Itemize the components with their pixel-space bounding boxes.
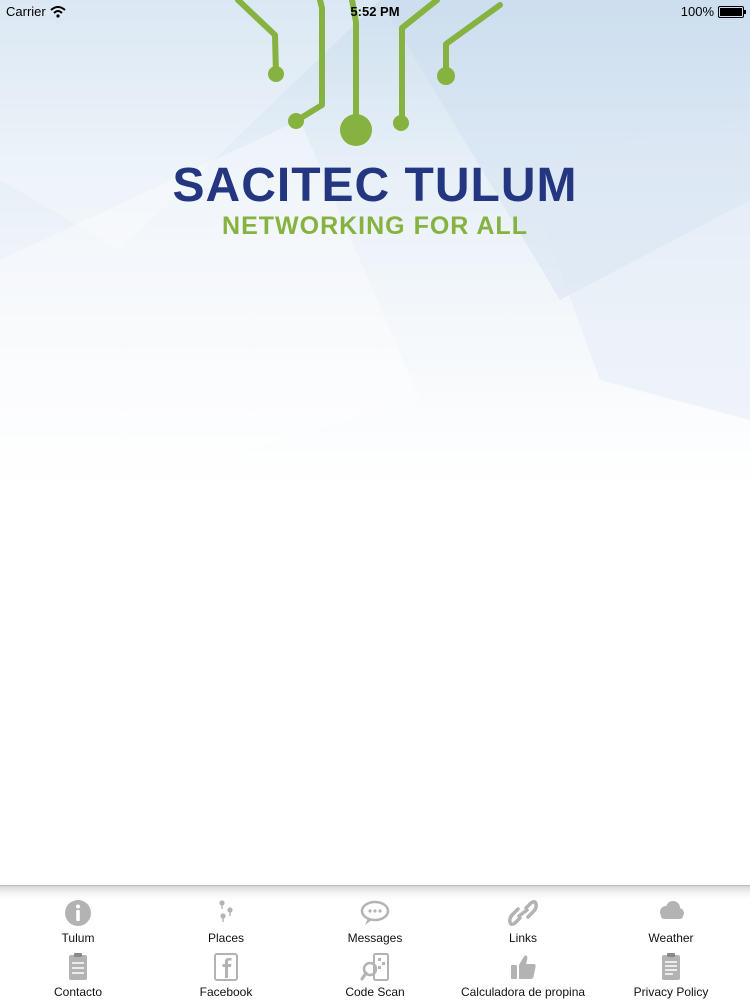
tab-places[interactable]: Places	[151, 892, 301, 945]
battery-icon	[718, 5, 746, 18]
clipboard-icon	[69, 953, 87, 980]
tab-privacy-policy[interactable]: Privacy Policy	[596, 946, 746, 999]
tab-label: Facebook	[199, 985, 253, 999]
qr-scan-icon	[360, 953, 389, 981]
tab-label: Calculadora de propina	[460, 985, 586, 999]
battery-indicator: 100%	[680, 4, 746, 19]
tab-weather[interactable]: Weather	[596, 892, 746, 945]
tab-label: Tulum	[61, 931, 95, 945]
tab-label: Links	[508, 931, 537, 945]
brand-tagline: NETWORKING FOR ALL	[222, 212, 528, 240]
tab-contacto[interactable]: Contacto	[3, 946, 153, 999]
battery-percent: 100%	[680, 4, 714, 19]
tab-calculadora-de-propina[interactable]: Calculadora de propina	[448, 946, 598, 999]
document-icon	[662, 953, 680, 980]
tab-links[interactable]: Links	[448, 892, 598, 945]
cloud-icon	[660, 901, 684, 919]
tab-bar: Tulum Places Messages Links Weather Cont…	[0, 885, 750, 1001]
map-pins-icon	[219, 900, 233, 922]
tab-messages[interactable]: Messages	[300, 892, 450, 945]
status-bar: Carrier 5:52 PM 100%	[0, 0, 750, 22]
tab-label: Code Scan	[345, 985, 405, 999]
info-icon	[65, 900, 91, 926]
tab-label: Contacto	[53, 985, 103, 999]
tab-facebook[interactable]: Facebook	[151, 946, 301, 999]
tab-label: Messages	[347, 931, 403, 945]
thumbs-up-icon	[511, 955, 536, 979]
clock: 5:52 PM	[350, 4, 400, 19]
chain-link-icon	[508, 899, 538, 927]
facebook-icon	[214, 953, 238, 981]
brand-title: SACITEC TULUM	[172, 159, 578, 212]
tab-label: Weather	[648, 931, 694, 945]
tab-tulum[interactable]: Tulum	[3, 892, 153, 945]
chat-bubble-icon	[360, 900, 390, 925]
tab-code-scan[interactable]: Code Scan	[300, 946, 450, 999]
tab-label: Places	[207, 931, 245, 945]
tab-label: Privacy Policy	[633, 985, 709, 999]
